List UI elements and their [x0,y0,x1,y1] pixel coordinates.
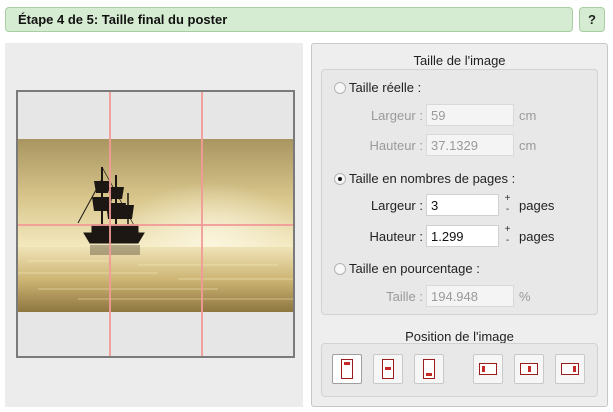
real-size-radio[interactable] [334,82,346,94]
align-center-button[interactable] [514,354,544,384]
align-bottom-button[interactable] [414,354,444,384]
real-width-label: Largeur : [370,108,423,123]
align-middle-button[interactable] [373,354,403,384]
step-title: Étape 4 de 5: Taille final du poster [18,12,228,27]
percent-size-radio[interactable] [334,263,346,275]
percent-input[interactable] [426,285,514,307]
pages-height-decrement[interactable]: - [502,236,513,247]
pages-height-stepper: + - [502,225,513,247]
real-size-label: Taille réelle : [349,80,422,95]
real-height-unit: cm [519,138,537,153]
step-header: Étape 4 de 5: Taille final du poster [5,7,573,32]
pages-width-stepper: + - [502,194,513,216]
real-height-label: Hauteur : [369,138,423,153]
align-bottom-icon [423,359,435,379]
align-top-icon [341,359,353,379]
align-center-icon [520,363,538,375]
align-right-button[interactable] [555,354,585,384]
real-width-unit: cm [519,108,537,123]
pages-height-label: Hauteur : [369,229,423,244]
percent-unit: % [519,289,531,304]
align-right-icon [561,363,579,375]
percent-label: Taille : [386,289,423,304]
real-height-input[interactable] [426,134,514,156]
help-button[interactable]: ? [579,7,605,32]
percent-size-label: Taille en pourcentage : [349,261,480,276]
image-position-title: Position de l'image [405,329,514,344]
real-width-input[interactable] [426,104,514,126]
align-left-button[interactable] [473,354,503,384]
align-middle-icon [382,359,394,379]
pages-width-unit: pages [519,198,555,213]
pages-width-decrement[interactable]: - [502,205,513,216]
grid-guide-horizontal [18,224,293,226]
poster-preview [16,90,295,358]
pages-height-unit: pages [519,229,555,244]
pages-size-label: Taille en nombres de pages : [349,171,516,186]
align-left-icon [479,363,497,375]
pages-size-radio[interactable] [334,173,346,185]
image-size-title: Taille de l'image [413,53,506,68]
pages-width-input[interactable] [426,194,499,216]
pages-width-label: Largeur : [370,198,423,213]
pages-height-input[interactable] [426,225,499,247]
align-top-button[interactable] [332,354,362,384]
